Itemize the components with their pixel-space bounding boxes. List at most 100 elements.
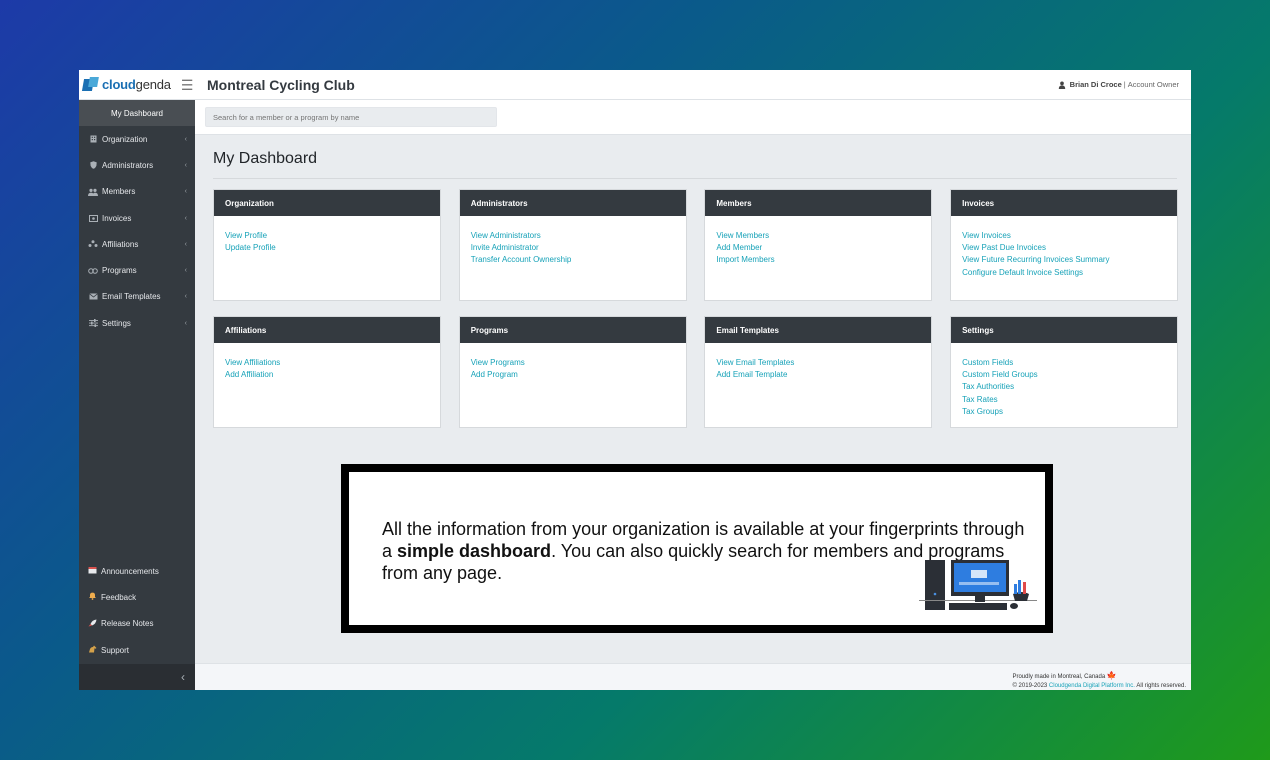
sidebar-item-announcements[interactable]: Announcements bbox=[79, 558, 195, 584]
card-title: Administrators bbox=[470, 198, 528, 208]
sidebar-item-members[interactable]: Members ‹ bbox=[79, 179, 195, 205]
rocket-icon bbox=[88, 619, 98, 629]
card-link[interactable]: View Affiliations bbox=[225, 357, 429, 369]
card-link[interactable]: View Email Templates bbox=[716, 357, 920, 369]
envelope-icon bbox=[88, 293, 98, 301]
card-link[interactable]: Invite Administrator bbox=[471, 242, 675, 254]
card-link[interactable]: Configure Default Invoice Settings bbox=[962, 267, 1166, 279]
sidebar-item-administrators[interactable]: Administrators ‹ bbox=[79, 152, 195, 178]
card-link[interactable]: Add Affiliation bbox=[225, 369, 429, 381]
card-link[interactable]: View Invoices bbox=[962, 230, 1166, 242]
card-invoices: Invoices View Invoices View Past Due Invoi… bbox=[950, 189, 1179, 301]
card-title: Organization bbox=[225, 198, 274, 208]
sidebar-item-dashboard[interactable]: My Dashboard bbox=[79, 100, 195, 126]
sidebar: cloudgenda ☰ My Dashboard Organization ‹ A… bbox=[79, 70, 195, 690]
card-members: Members View Members Add Member Import Memb… bbox=[704, 189, 933, 301]
card-link[interactable]: Custom Fields bbox=[962, 357, 1166, 369]
sidebar-item-label: Email Templates bbox=[102, 292, 161, 302]
card-title: Programs bbox=[470, 325, 509, 335]
card-link[interactable]: View Administrators bbox=[471, 230, 675, 242]
sidebar-item-programs[interactable]: Programs ‹ bbox=[79, 257, 195, 283]
sidebar-item-organization[interactable]: Organization ‹ bbox=[79, 126, 195, 152]
card-body: Custom Fields Custom Field Groups Tax Auth… bbox=[951, 343, 1177, 418]
sidebar-item-affiliations[interactable]: Affiliations ‹ bbox=[79, 231, 195, 257]
card-link[interactable]: View Past Due Invoices bbox=[962, 242, 1166, 254]
chevron-left-icon: ‹ bbox=[184, 188, 187, 196]
affiliations-icon bbox=[88, 240, 98, 248]
sidebar-item-support[interactable]: Support bbox=[79, 637, 195, 663]
card-link[interactable]: Add Email Template bbox=[716, 369, 920, 381]
card-link[interactable]: View Programs bbox=[471, 357, 675, 369]
users-icon bbox=[88, 188, 98, 196]
user-separator: | bbox=[1123, 80, 1126, 89]
card-link[interactable]: Tax Rates bbox=[962, 394, 1166, 406]
sidebar-item-label: Members bbox=[102, 187, 136, 197]
chevron-left-icon: ‹ bbox=[184, 267, 187, 275]
user-name: Brian Di Croce bbox=[1069, 80, 1122, 89]
sidebar-item-label: Support bbox=[101, 645, 130, 655]
card-link[interactable]: Add Member bbox=[716, 242, 920, 254]
sidebar-item-label: Invoices bbox=[102, 213, 132, 223]
chevron-left-icon: ‹ bbox=[184, 293, 187, 301]
card-title: Invoices bbox=[962, 198, 995, 208]
page-title: My Dashboard bbox=[213, 150, 318, 167]
sidebar-item-label: Affiliations bbox=[102, 239, 139, 249]
top-header: Montreal Cycling Club Brian Di Croce | A… bbox=[195, 70, 1191, 100]
sidebar-item-settings[interactable]: Settings ‹ bbox=[79, 310, 195, 336]
footer: Proudly made in Montreal, Canada 🍁 © 201… bbox=[195, 663, 1191, 690]
card-body: View Invoices View Past Due Invoices View … bbox=[951, 216, 1177, 279]
footer-made-in: Proudly made in Montreal, Canada bbox=[1012, 674, 1106, 680]
sidebar-item-label: Organization bbox=[102, 134, 148, 144]
footer-copyright: © 2019-2023 bbox=[1012, 683, 1048, 689]
sidebar-nav: Organization ‹ Administrators ‹ Members ‹ Invo… bbox=[79, 126, 195, 336]
chevron-left-icon: ‹ bbox=[181, 670, 185, 684]
hamburger-menu-icon[interactable]: ☰ bbox=[181, 78, 194, 92]
chevron-left-icon: ‹ bbox=[184, 161, 187, 169]
card-link[interactable]: Import Members bbox=[716, 254, 920, 266]
card-link[interactable]: Tax Groups bbox=[962, 406, 1166, 418]
card-body: View Email Templates Add Email Template bbox=[705, 343, 931, 381]
card-link[interactable]: View Future Recurring Invoices Summary bbox=[962, 254, 1166, 266]
sidebar-item-label: Administrators bbox=[102, 160, 154, 170]
card-body: View Affiliations Add Affiliation bbox=[214, 343, 440, 381]
shield-icon bbox=[88, 161, 98, 170]
user-icon bbox=[1058, 81, 1065, 89]
sidebar-item-invoices[interactable]: Invoices ‹ bbox=[79, 205, 195, 231]
cloudgenda-logo-icon bbox=[81, 76, 99, 93]
card-affiliations: Affiliations View Affiliations Add Affilia… bbox=[213, 316, 441, 428]
card-link[interactable]: Custom Field Groups bbox=[962, 369, 1166, 381]
card-administrators: Administrators View Administrators Invite … bbox=[458, 189, 687, 301]
sidebar-item-release-notes[interactable]: Release Notes bbox=[79, 611, 195, 637]
sidebar-item-label: Settings bbox=[102, 318, 131, 328]
sidebar-item-label: My Dashboard bbox=[110, 108, 164, 118]
chevron-left-icon: ‹ bbox=[184, 214, 187, 222]
card-title: Settings bbox=[962, 325, 994, 335]
footer-text: Proudly made in Montreal, Canada 🍁 © 201… bbox=[1012, 671, 1186, 690]
card-link[interactable]: Tax Authorities bbox=[962, 381, 1166, 393]
search-input[interactable] bbox=[205, 107, 497, 127]
sidebar-collapse-button[interactable]: ‹ bbox=[79, 664, 195, 690]
brand-bar: cloudgenda ☰ bbox=[79, 70, 195, 100]
brand-name[interactable]: cloudgenda bbox=[102, 77, 171, 92]
card-header: Invoices bbox=[951, 190, 1178, 216]
card-link[interactable]: View Members bbox=[716, 230, 920, 242]
chevron-left-icon: ‹ bbox=[184, 135, 187, 143]
calendar-icon bbox=[88, 566, 98, 576]
card-header: Affiliations bbox=[214, 317, 440, 343]
user-menu[interactable]: Brian Di Croce | Account Owner bbox=[1058, 80, 1179, 89]
card-link[interactable]: View Profile bbox=[225, 230, 429, 242]
sidebar-item-email-templates[interactable]: Email Templates ‹ bbox=[79, 284, 195, 310]
maple-leaf-icon: 🍁 bbox=[1106, 671, 1117, 680]
chevron-left-icon: ‹ bbox=[184, 319, 187, 327]
card-link[interactable]: Update Profile bbox=[225, 242, 429, 254]
card-link[interactable]: Add Program bbox=[471, 369, 675, 381]
card-title: Affiliations bbox=[225, 325, 267, 335]
sidebar-item-label: Announcements bbox=[101, 566, 159, 576]
sidebar-item-feedback[interactable]: Feedback bbox=[79, 584, 195, 610]
search-bar bbox=[195, 100, 1191, 135]
feature-callout: All the information from your organizati… bbox=[341, 464, 1053, 633]
card-link[interactable]: Transfer Account Ownership bbox=[471, 254, 675, 266]
footer-company-link[interactable]: Cloudgenda Digital Platform Inc. bbox=[1049, 683, 1135, 689]
bell-icon bbox=[88, 592, 98, 602]
card-title: Members bbox=[716, 198, 752, 208]
